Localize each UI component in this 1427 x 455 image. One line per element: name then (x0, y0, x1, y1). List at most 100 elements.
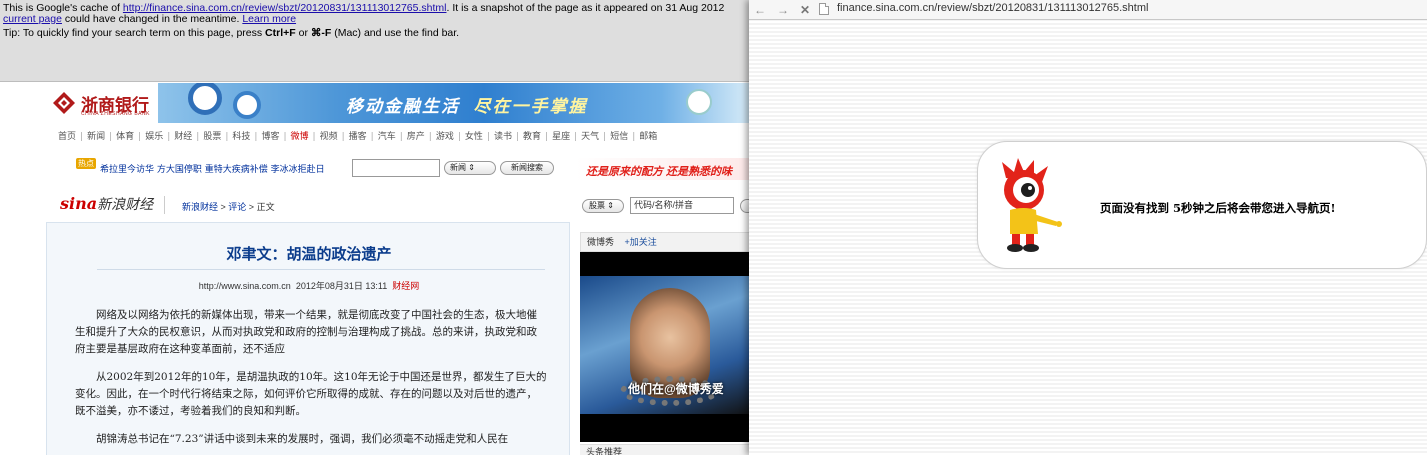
cached-page: This is Google's cache of http://finance… (0, 0, 750, 455)
breadcrumb-current: 正文 (256, 202, 275, 212)
ad-slogan-part-2: 尽在一手掌握 (473, 97, 588, 116)
nav-item[interactable]: 天气 (581, 129, 599, 142)
weibo-show-widget: 微博秀 +加关注 他们在@微博秀爱 (580, 232, 750, 442)
nav-separator: | (80, 132, 84, 142)
not-found-dialog: 页面没有找到 5秒钟之后将会带您进入导航页! (977, 141, 1427, 269)
nav-separator: | (225, 132, 229, 142)
news-type-select[interactable]: 新闻 ⇕ (444, 161, 496, 175)
ad-circle-icon (233, 91, 261, 119)
select-arrows-icon: ⇕ (468, 163, 475, 172)
follow-label: 加关注 (629, 237, 657, 247)
nav-item[interactable]: 邮箱 (639, 129, 657, 142)
nav-separator: | (254, 132, 258, 142)
weibo-title: 微博秀 (587, 237, 615, 247)
cache-suffix-text: . It is a snapshot of the page as it app… (446, 2, 725, 14)
tip-suffix: (Mac) and use the find bar. (331, 27, 460, 39)
nav-item[interactable]: 星座 (552, 129, 570, 142)
nav-item[interactable]: 新闻 (87, 129, 105, 142)
stock-search-input[interactable]: 代码/名称/拼音 (630, 197, 734, 214)
forward-arrow-icon[interactable]: → (775, 2, 791, 18)
article-outlet[interactable]: 财经网 (392, 281, 419, 291)
nav-separator: | (399, 132, 403, 142)
weibo-header: 微博秀 +加关注 (580, 232, 750, 252)
sina-logo-cn: 新浪财经 (97, 197, 154, 213)
breadcrumb-finance[interactable]: 新浪财经 (182, 202, 218, 212)
hot-news-links[interactable]: 希拉里今访华 方大国停职 重特大疾病补偿 李冰冰拒赴日 (100, 162, 325, 175)
article-title: 邓聿文：胡温的政治遗产 (226, 245, 392, 263)
sina-finance-logo[interactable]: sina新浪财经 (60, 194, 153, 214)
header-divider (164, 196, 165, 214)
site-nav: 首页 | 新闻 | 体育 | 娱乐 | 财经 | 股票 | 科技 | 博客 | 微博 | 视频 | 播客 | 汽车 | 房产 | 游… (58, 129, 750, 143)
breadcrumb: 新浪财经 > 评论 > 正文 (182, 200, 275, 213)
video-caption: 他们在@微博秀爱 (628, 382, 724, 396)
browser-window: ← → ✕ finance.sina.com.cn/review/sbzt/20… (749, 0, 1427, 455)
breadcrumb-sep: > (218, 202, 229, 212)
article-paragraph: 从2002年到2012年的10年，是胡温执政的10年。这10年无论于中国还是世界… (75, 371, 547, 417)
stock-type-value: 股票 (589, 201, 605, 210)
nav-item[interactable]: 女性 (465, 129, 483, 142)
current-page-link[interactable]: current page (3, 13, 62, 25)
nav-item[interactable]: 股票 (203, 129, 221, 142)
breadcrumb-review[interactable]: 评论 (228, 202, 246, 212)
nav-separator: | (574, 132, 578, 142)
nav-item[interactable]: 微博 (291, 129, 309, 142)
article-paragraph: 网络及以网络为依托的新媒体出现，带来一个结果，就是彻底改变了中国社会的生态，极大… (75, 309, 537, 355)
ad-circle-icon (188, 83, 222, 115)
browser-toolbar: ← → ✕ finance.sina.com.cn/review/sbzt/20… (749, 0, 1427, 20)
stop-icon[interactable]: ✕ (797, 2, 813, 18)
address-url[interactable]: finance.sina.com.cn/review/sbzt/20120831… (837, 2, 1148, 14)
nav-item[interactable]: 教育 (523, 129, 541, 142)
headline-recommend-header: 头条推荐 (580, 444, 750, 455)
nav-item[interactable]: 播客 (349, 129, 367, 142)
nav-separator: | (283, 132, 287, 142)
article-paragraph: 胡锦涛总书记在“7.23”讲话中谈到未来的发展时，强调，我们必须毫不动摇走党和人… (96, 433, 509, 445)
article-panel: 邓聿文：胡温的政治遗产 http://www.sina.com.cn 2012年… (46, 222, 570, 455)
cache-line-2: current page could have changed in the m… (3, 14, 747, 25)
nav-item[interactable]: 房产 (407, 129, 425, 142)
news-search-input[interactable] (352, 159, 440, 177)
sina-logo-text: sina (60, 194, 98, 213)
hot-news-bar: 热点 希拉里今访华 方大国停职 重特大疾病补偿 李冰冰拒赴日 新闻 ⇕ 新闻搜索… (76, 158, 750, 180)
nav-separator: | (138, 132, 142, 142)
tip-or: or (295, 27, 311, 39)
nav-item[interactable]: 娱乐 (145, 129, 163, 142)
follow-button[interactable]: +加关注 (625, 237, 657, 247)
bank-ad-graphic: 移动金融生活 尽在一手掌握 (158, 83, 750, 123)
breadcrumb-sep: > (246, 202, 257, 212)
nav-separator: | (486, 132, 490, 142)
bank-ad-banner[interactable]: 浙商银行 CHINA ZHESHANG BANK 移动金融生活 尽在一手掌握 (0, 83, 750, 123)
article-body: 网络及以网络为依托的新媒体出现，带来一个结果，就是彻底改变了中国社会的生态，极大… (75, 307, 547, 455)
bank-logo-icon (53, 92, 75, 114)
nav-item[interactable]: 体育 (116, 129, 134, 142)
ad-slogan-part-1: 移动金融生活 (346, 97, 460, 116)
news-type-value: 新闻 (450, 163, 466, 172)
article-meta: http://www.sina.com.cn 2012年08月31日 13:11… (47, 279, 571, 292)
nav-item[interactable]: 短信 (610, 129, 628, 142)
tip-prefix: Tip: To quickly find your search term on… (3, 27, 266, 39)
nav-separator: | (632, 132, 636, 142)
article-source-url[interactable]: http://www.sina.com.cn (199, 281, 291, 291)
nav-item[interactable]: 汽车 (378, 129, 396, 142)
hot-badge: 热点 (76, 158, 96, 169)
nav-item[interactable]: 游戏 (436, 129, 454, 142)
nav-separator: | (196, 132, 200, 142)
stock-type-select[interactable]: 股票 ⇕ (582, 199, 624, 213)
nav-item[interactable]: 视频 (320, 129, 338, 142)
title-divider (97, 269, 545, 270)
nav-separator: | (428, 132, 432, 142)
learn-more-link[interactable]: Learn more (242, 13, 296, 25)
nav-item[interactable]: 首页 (58, 129, 76, 142)
nav-item[interactable]: 博客 (261, 129, 279, 142)
weibo-video[interactable]: 他们在@微博秀爱 (580, 276, 750, 414)
bar-chart-icon (686, 89, 712, 115)
tip-key-ctrl-f: Ctrl+F (265, 27, 296, 39)
back-arrow-icon[interactable]: ← (752, 2, 768, 18)
google-cache-banner: This is Google's cache of http://finance… (0, 0, 750, 82)
nav-item[interactable]: 科技 (232, 129, 250, 142)
ad-slogan: 移动金融生活 尽在一手掌握 (346, 92, 587, 117)
nav-item[interactable]: 读书 (494, 129, 512, 142)
nav-item[interactable]: 财经 (174, 129, 192, 142)
news-search-button[interactable]: 新闻搜索 (500, 161, 554, 175)
cache-middle-text: could have changed in the meantime. (61, 13, 243, 25)
address-bar[interactable]: finance.sina.com.cn/review/sbzt/20120831… (819, 1, 1423, 18)
